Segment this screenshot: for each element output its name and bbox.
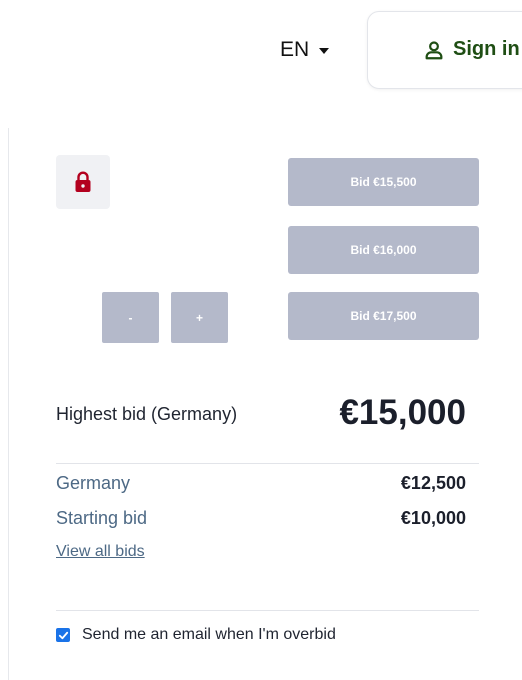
sign-in-button[interactable]: Sign in <box>367 11 522 89</box>
checkmark-icon <box>58 631 68 639</box>
bid-row-value-germany: €12,500 <box>400 473 466 493</box>
language-selector[interactable]: EN <box>280 38 330 62</box>
lock-icon <box>75 171 91 192</box>
divider <box>56 463 479 464</box>
highest-bid-value: €15,000 <box>339 393 466 432</box>
bid-row-label-germany: Germany <box>56 473 131 493</box>
bid-row-value-starting: €10,000 <box>400 508 466 528</box>
user-icon <box>425 40 443 59</box>
sign-in-label: Sign in <box>453 38 520 60</box>
bid-row-label-starting: Starting bid <box>56 508 148 528</box>
email-notification-label: Send me an email when I'm overbid <box>82 626 336 643</box>
bid-button-15500[interactable]: Bid €15,500 <box>288 158 479 206</box>
highest-bid-label: Highest bid (Germany) <box>56 404 238 424</box>
email-notification-row: Send me an email when I'm overbid <box>56 626 336 644</box>
caret-down-icon <box>319 48 330 54</box>
divider <box>56 610 479 611</box>
bid-button-16000[interactable]: Bid €16,000 <box>288 226 479 274</box>
view-all-bids-link[interactable]: View all bids <box>56 543 145 561</box>
increase-bid-button[interactable]: + <box>171 292 228 343</box>
decrease-bid-button[interactable]: - <box>102 292 159 343</box>
lock-button[interactable] <box>56 155 110 209</box>
panel-border <box>8 128 9 680</box>
email-notification-checkbox[interactable] <box>56 628 70 642</box>
bid-button-17500[interactable]: Bid €17,500 <box>288 292 479 340</box>
language-label: EN <box>280 38 310 61</box>
